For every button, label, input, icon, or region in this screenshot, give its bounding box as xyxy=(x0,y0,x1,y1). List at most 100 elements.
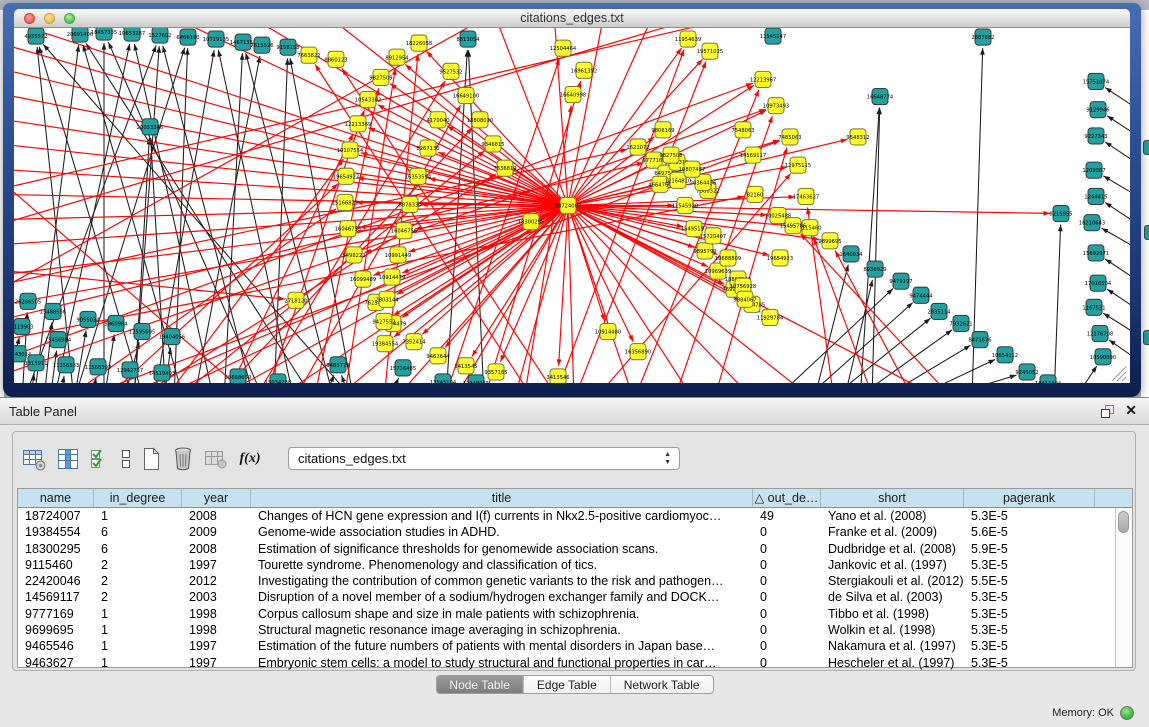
table-cell[interactable]: 0 xyxy=(753,655,821,671)
unselect-rows-icon[interactable] xyxy=(119,446,133,472)
table-cell[interactable]: 5.3E-5 xyxy=(964,655,1095,671)
table-cell[interactable]: Investigating the contribution of common… xyxy=(251,573,753,589)
scrollbar-thumb[interactable] xyxy=(1118,511,1129,533)
close-window-button[interactable] xyxy=(24,13,35,24)
table-cell[interactable]: 49 xyxy=(753,508,821,524)
table-cell[interactable]: 5.3E-5 xyxy=(964,606,1095,622)
table-cell[interactable]: Tourette syndrome. Phenomenology and cla… xyxy=(251,557,753,573)
import-table-icon-disabled[interactable] xyxy=(203,446,229,472)
table-cell[interactable]: 5.6E-5 xyxy=(964,524,1095,540)
table-cell[interactable]: 0 xyxy=(753,589,821,605)
table-cell[interactable]: 14569117 xyxy=(18,589,94,605)
table-row[interactable]: 1938455462009Genome-wide association stu… xyxy=(18,524,1132,540)
table-cell[interactable]: 1998 xyxy=(182,622,251,638)
table-cell[interactable]: 1997 xyxy=(182,655,251,671)
table-cell[interactable]: Structural magnetic resonance image aver… xyxy=(251,622,753,638)
table-cell[interactable]: 22420046 xyxy=(18,573,94,589)
table-cell[interactable]: 1997 xyxy=(182,638,251,654)
table-cell[interactable]: 2003 xyxy=(182,589,251,605)
delete-table-icon[interactable] xyxy=(171,446,195,472)
table-cell[interactable]: Corpus callosum shape and size in male p… xyxy=(251,606,753,622)
table-cell[interactable]: 5.5E-5 xyxy=(964,573,1095,589)
table-row[interactable]: 946362711997Embryonic stem cells: a mode… xyxy=(18,655,1132,671)
table-cell[interactable]: 1998 xyxy=(182,606,251,622)
table-cell[interactable]: 0 xyxy=(753,573,821,589)
table-cell[interactable]: Wolkin et al. (1998) xyxy=(821,622,964,638)
network-canvas[interactable]: 1872400718226058891295498275091054330212… xyxy=(14,28,1130,383)
window-titlebar[interactable]: citations_edges.txt xyxy=(14,9,1130,28)
column-header-short[interactable]: short xyxy=(821,489,964,507)
column-header-title[interactable]: title xyxy=(251,489,753,507)
table-cell[interactable]: Jankovic et al. (1997) xyxy=(821,557,964,573)
table-cell[interactable]: 9463627 xyxy=(18,655,94,671)
column-header-in_degree[interactable]: in_degree xyxy=(94,489,182,507)
table-cell[interactable]: 0 xyxy=(753,606,821,622)
table-cell[interactable]: Estimation of the future numbers of pati… xyxy=(251,638,753,654)
table-cell[interactable]: 2 xyxy=(94,589,182,605)
table-row[interactable]: 911546021997Tourette syndrome. Phenomeno… xyxy=(18,557,1132,573)
table-cell[interactable]: Dudbridge et al. (2008) xyxy=(821,541,964,557)
table-cell[interactable]: 0 xyxy=(753,557,821,573)
table-cell[interactable]: 2009 xyxy=(182,524,251,540)
memory-indicator-icon[interactable] xyxy=(1120,706,1134,720)
tab-node-table[interactable]: Node Table xyxy=(436,676,523,693)
table-row[interactable]: 977716911998Corpus callosum shape and si… xyxy=(18,606,1132,622)
table-row[interactable]: 1830029562008Estimation of significance … xyxy=(18,541,1132,557)
table-cell[interactable]: 5.3E-5 xyxy=(964,589,1095,605)
table-settings-icon[interactable] xyxy=(21,446,47,472)
table-vertical-scrollbar[interactable] xyxy=(1115,508,1132,667)
table-cell[interactable]: 1997 xyxy=(182,557,251,573)
close-panel-icon[interactable]: ✕ xyxy=(1125,402,1137,419)
table-cell[interactable]: 1 xyxy=(94,622,182,638)
float-panel-icon[interactable] xyxy=(1100,404,1115,419)
table-row[interactable]: 2242004622012Investigating the contribut… xyxy=(18,573,1132,589)
zoom-window-button[interactable] xyxy=(64,13,75,24)
table-row[interactable]: 1456911722003Disruption of a novel membe… xyxy=(18,589,1132,605)
table-cell[interactable]: 9115460 xyxy=(18,557,94,573)
table-cell[interactable]: Changes of HCN gene expression and I(f) … xyxy=(251,508,753,524)
tab-network-table[interactable]: Network Table xyxy=(610,676,713,693)
table-cell[interactable]: 18724007 xyxy=(18,508,94,524)
table-cell[interactable]: 6 xyxy=(94,541,182,557)
table-cell[interactable]: 9465546 xyxy=(18,638,94,654)
table-cell[interactable]: 5.3E-5 xyxy=(964,508,1095,524)
table-row[interactable]: 969969511998Structural magnetic resonanc… xyxy=(18,622,1132,638)
table-cell[interactable]: Yano et al. (2008) xyxy=(821,508,964,524)
table-cell[interactable]: 5.3E-5 xyxy=(964,638,1095,654)
table-cell[interactable]: 1 xyxy=(94,606,182,622)
table-cell[interactable]: 9777169 xyxy=(18,606,94,622)
table-cell[interactable]: 0 xyxy=(753,541,821,557)
table-cell[interactable]: 1 xyxy=(94,655,182,671)
table-cell[interactable]: 0 xyxy=(753,638,821,654)
table-cell[interactable]: 9699695 xyxy=(18,622,94,638)
table-cell[interactable]: 2 xyxy=(94,573,182,589)
column-header-out_de[interactable]: △ out_de… xyxy=(753,489,821,507)
table-cell[interactable]: 19384554 xyxy=(18,524,94,540)
minimize-window-button[interactable] xyxy=(44,13,55,24)
table-selector-dropdown[interactable]: citations_edges.txt ▲▼ xyxy=(288,447,680,470)
table-cell[interactable]: Disruption of a novel member of a sodium… xyxy=(251,589,753,605)
table-cell[interactable]: 2 xyxy=(94,557,182,573)
select-all-icon[interactable] xyxy=(89,446,111,472)
function-builder-icon[interactable]: f(x) xyxy=(237,451,263,467)
table-cell[interactable]: Stergiakouli et al. (2012) xyxy=(821,573,964,589)
table-cell[interactable]: 2008 xyxy=(182,541,251,557)
table-cell[interactable]: 18300295 xyxy=(18,541,94,557)
column-header-name[interactable]: name xyxy=(18,489,94,507)
table-cell[interactable]: 6 xyxy=(94,524,182,540)
table-cell[interactable]: Estimation of significance thresholds fo… xyxy=(251,541,753,557)
table-cell[interactable]: 0 xyxy=(753,524,821,540)
table-cell[interactable]: Tibbo et al. (1998) xyxy=(821,606,964,622)
table-cell[interactable]: Nakamura et al. (1997) xyxy=(821,638,964,654)
table-cell[interactable]: Genome-wide association studies in ADHD. xyxy=(251,524,753,540)
table-cell[interactable]: Embryonic stem cells: a model to study s… xyxy=(251,655,753,671)
table-cell[interactable]: 5.9E-5 xyxy=(964,541,1095,557)
table-cell[interactable]: de Silva et al. (2003) xyxy=(821,589,964,605)
new-document-icon[interactable] xyxy=(141,446,163,472)
table-cell[interactable]: 1 xyxy=(94,508,182,524)
table-cell[interactable]: 2012 xyxy=(182,573,251,589)
column-header-pagerank[interactable]: pagerank xyxy=(964,489,1095,507)
table-cell[interactable]: Franke et al. (2009) xyxy=(821,524,964,540)
table-cell[interactable]: 1 xyxy=(94,638,182,654)
table-cell[interactable]: 5.3E-5 xyxy=(964,557,1095,573)
